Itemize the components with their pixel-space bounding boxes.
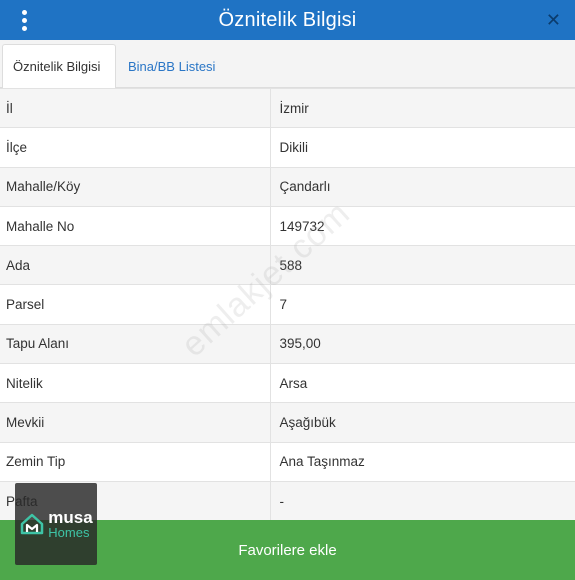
table-row: Nitelik Arsa xyxy=(0,363,575,403)
row-value: 588 xyxy=(270,245,575,285)
row-key: İlçe xyxy=(0,127,271,168)
house-icon xyxy=(21,513,44,535)
table-row: Ada 588 xyxy=(0,245,575,285)
tab-bar: Öznitelik Bilgisi Bina/BB Listesi xyxy=(0,40,575,89)
table-row: Mahalle/Köy Çandarlı xyxy=(0,166,575,207)
table-row: Parsel 7 xyxy=(0,284,575,325)
table-row: Mevkii Aşağıbük xyxy=(0,402,575,443)
table-row: İl İzmir xyxy=(0,88,575,128)
logo-text: musa Homes xyxy=(48,509,92,539)
menu-dot xyxy=(21,9,27,15)
row-key: Mahalle No xyxy=(0,205,271,246)
row-value: Dikili xyxy=(270,127,575,168)
row-key: Mahalle/Köy xyxy=(0,166,271,207)
row-key: Nitelik xyxy=(0,363,271,403)
tab-oznitelik-bilgisi[interactable]: Öznitelik Bilgisi xyxy=(2,44,116,89)
table-row: İlçe Dikili xyxy=(0,127,575,168)
menu-dot xyxy=(21,17,27,23)
table-row: Tapu Alanı 395,00 xyxy=(0,323,575,364)
logo-line-2: Homes xyxy=(48,525,90,540)
row-key: Ada xyxy=(0,245,271,285)
attribute-table: İl İzmir İlçe Dikili Mahalle/Köy Çandarl… xyxy=(0,88,575,520)
menu-dot xyxy=(21,25,27,31)
row-value: 395,00 xyxy=(270,323,575,364)
close-icon[interactable]: ✕ xyxy=(546,0,561,40)
row-key: İl xyxy=(0,88,271,128)
tab-bina-bb-listesi[interactable]: Bina/BB Listesi xyxy=(118,44,225,89)
row-value: Ana Taşınmaz xyxy=(270,441,575,482)
vertical-ellipsis-icon[interactable] xyxy=(14,0,34,40)
row-value: Arsa xyxy=(270,363,575,403)
row-value: - xyxy=(270,480,575,520)
row-value: 149732 xyxy=(270,205,575,246)
logo-line-1: musa xyxy=(48,508,93,527)
row-value: Çandarlı xyxy=(270,166,575,207)
row-value: 7 xyxy=(270,284,575,325)
dialog-title: Öznitelik Bilgisi xyxy=(218,8,357,31)
row-key: Parsel xyxy=(0,284,271,325)
row-key: Mevkii xyxy=(0,402,271,443)
musa-homes-logo: musa Homes xyxy=(15,483,97,565)
row-value: Aşağıbük xyxy=(270,402,575,443)
row-key: Tapu Alanı xyxy=(0,323,271,364)
row-value: İzmir xyxy=(270,88,575,128)
row-key: Zemin Tip xyxy=(0,441,271,482)
table-row: Zemin Tip Ana Taşınmaz xyxy=(0,441,575,482)
dialog-header: Öznitelik Bilgisi ✕ xyxy=(0,0,575,40)
table-row: Mahalle No 149732 xyxy=(0,205,575,246)
